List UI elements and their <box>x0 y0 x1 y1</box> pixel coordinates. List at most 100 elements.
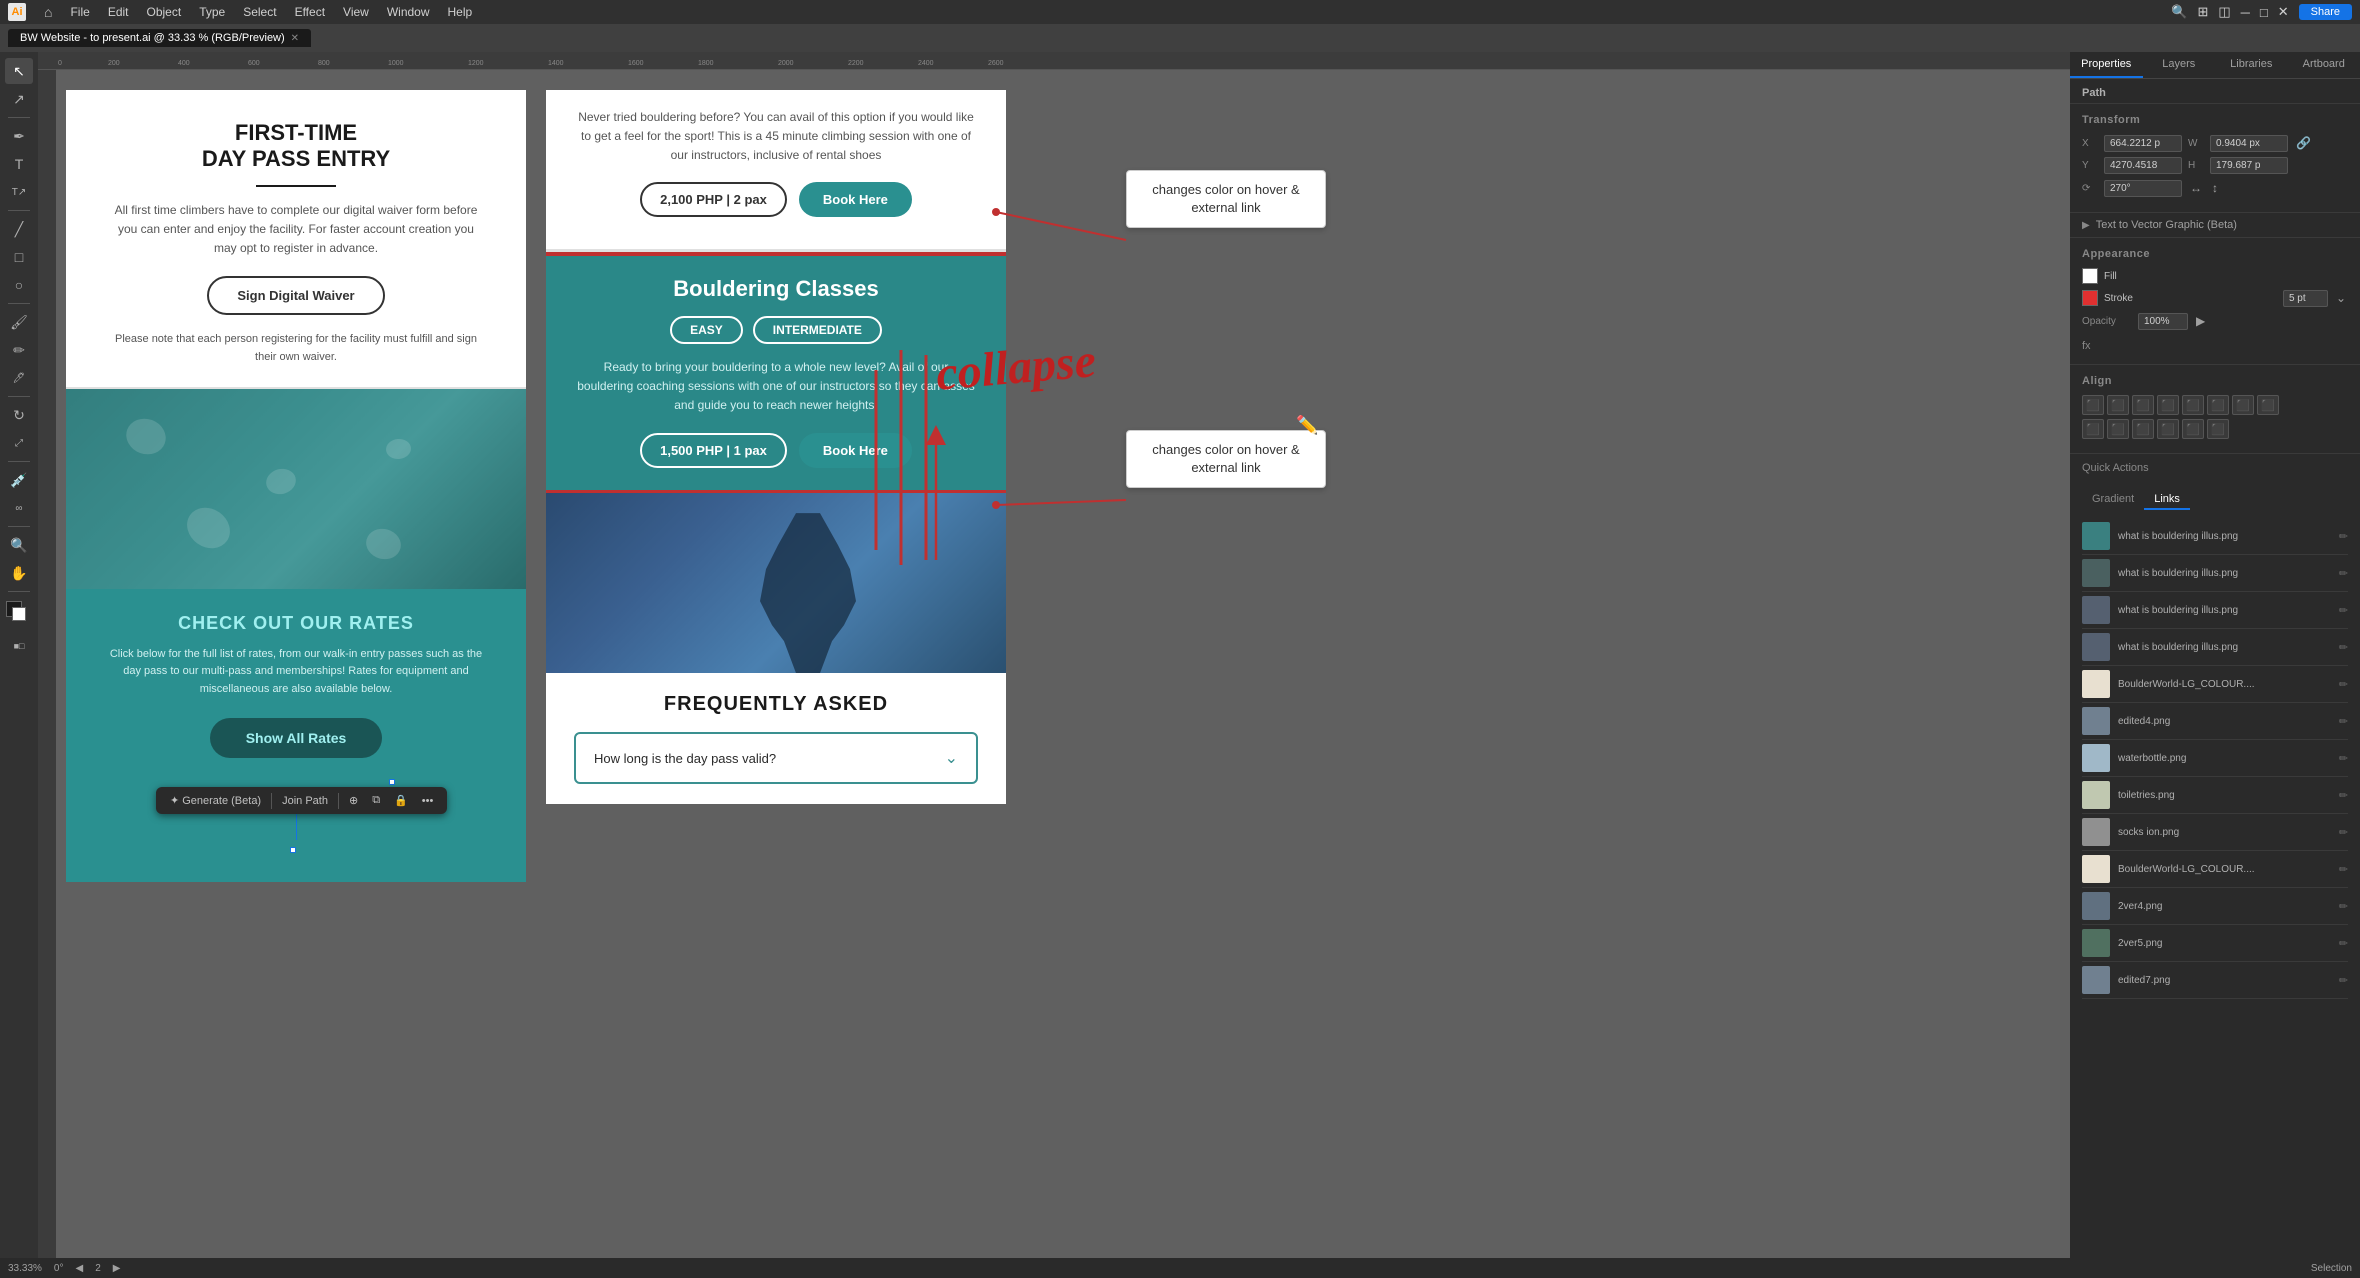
color-mode-btn[interactable]: ■□ <box>5 633 33 659</box>
scale-tool[interactable]: ⤢ <box>5 430 33 456</box>
direct-select-tool[interactable]: ↗ <box>5 86 33 112</box>
tab-close-icon[interactable]: ✕ <box>291 33 299 44</box>
rect-tool[interactable]: □ <box>5 244 33 270</box>
home-icon[interactable]: ⌂ <box>44 4 52 20</box>
link-edit-icon-9[interactable]: ✏ <box>2339 826 2348 839</box>
align-more-btn[interactable]: ⬛ <box>2232 395 2254 415</box>
links-tab[interactable]: Links <box>2144 490 2190 510</box>
close-icon[interactable]: ✕ <box>2278 4 2289 20</box>
sign-waiver-button[interactable]: Sign Digital Waiver <box>207 276 384 315</box>
menu-edit[interactable]: Edit <box>108 5 129 19</box>
x-input[interactable] <box>2104 135 2182 152</box>
share-button[interactable]: Share <box>2299 4 2352 20</box>
align-bottom-btn[interactable]: ⬛ <box>2207 395 2229 415</box>
menu-type[interactable]: Type <box>199 5 225 19</box>
expand-icon[interactable]: ▶ <box>2082 220 2090 231</box>
faq-item-1[interactable]: How long is the day pass valid? ⌄ <box>574 732 978 784</box>
book-here-button-1[interactable]: Book Here <box>799 182 912 217</box>
generate-beta-button[interactable]: ✦ Generate (Beta) <box>164 791 267 810</box>
link-edit-icon-13[interactable]: ✏ <box>2339 974 2348 987</box>
prev-artboard-btn[interactable]: ◀ <box>75 1263 83 1274</box>
align-top-btn[interactable]: ⬛ <box>2157 395 2179 415</box>
distribute-more2-btn[interactable]: ⬛ <box>2157 419 2179 439</box>
stroke-size-input[interactable] <box>2283 290 2328 307</box>
align-center-v-btn[interactable]: ⬛ <box>2182 395 2204 415</box>
link-edit-icon-11[interactable]: ✏ <box>2339 900 2348 913</box>
align-center-h-btn[interactable]: ⬛ <box>2107 395 2129 415</box>
minimize-icon[interactable]: ─ <box>2241 5 2250 20</box>
gradient-tab[interactable]: Gradient <box>2082 490 2144 510</box>
panel-tab-properties[interactable]: Properties <box>2070 52 2143 78</box>
join-path-button[interactable]: Join Path <box>276 792 334 810</box>
link-dimensions-icon[interactable]: 🔗 <box>2294 134 2313 152</box>
panel-tab-libraries[interactable]: Libraries <box>2215 52 2288 78</box>
link-edit-icon-8[interactable]: ✏ <box>2339 789 2348 802</box>
link-edit-icon-4[interactable]: ✏ <box>2339 641 2348 654</box>
panel-tab-artboard[interactable]: Artboard <box>2288 52 2360 78</box>
blend-tool[interactable]: ∞ <box>5 495 33 521</box>
edit-pencil-icon[interactable]: ✏️ <box>1296 415 1318 436</box>
toolbar-icon-btn-1[interactable]: ⊕ <box>343 791 364 810</box>
distribute-h-btn[interactable]: ⬛ <box>2082 419 2104 439</box>
w-input[interactable] <box>2210 135 2288 152</box>
stroke-expand-icon[interactable]: ⌄ <box>2334 289 2348 307</box>
touch-type-tool[interactable]: T↗ <box>5 179 33 205</box>
link-edit-icon-10[interactable]: ✏ <box>2339 863 2348 876</box>
panel-tab-layers[interactable]: Layers <box>2143 52 2216 78</box>
stroke-swatch[interactable] <box>2082 290 2098 306</box>
eyedropper-tool[interactable]: 💉 <box>5 467 33 493</box>
fill-swatch[interactable] <box>2082 268 2098 284</box>
menu-help[interactable]: Help <box>448 5 473 19</box>
next-artboard-btn[interactable]: ▶ <box>113 1263 121 1274</box>
paintbrush-tool[interactable]: 🖌 <box>5 309 33 335</box>
pen-tool[interactable]: ✒ <box>5 123 33 149</box>
search-icon[interactable]: 🔍 <box>2171 4 2187 20</box>
rotate-tool[interactable]: ↻ <box>5 402 33 428</box>
arrange-icon[interactable]: ◫ <box>2218 4 2230 20</box>
link-edit-icon-1[interactable]: ✏ <box>2339 530 2348 543</box>
toolbar-icon-btn-3[interactable]: 🔒 <box>388 791 414 810</box>
opacity-input[interactable] <box>2138 313 2188 330</box>
h-input[interactable] <box>2210 157 2288 174</box>
type-tool[interactable]: T <box>5 151 33 177</box>
zoom-tool[interactable]: 🔍 <box>5 532 33 558</box>
link-edit-icon-5[interactable]: ✏ <box>2339 678 2348 691</box>
link-edit-icon-2[interactable]: ✏ <box>2339 567 2348 580</box>
distribute-more-btn[interactable]: ⬛ <box>2132 419 2154 439</box>
menu-select[interactable]: Select <box>243 5 276 19</box>
tab-main[interactable]: BW Website - to present.ai @ 33.33 % (RG… <box>8 29 311 47</box>
menu-effect[interactable]: Effect <box>295 5 325 19</box>
stroke-color-swatch[interactable] <box>12 607 26 621</box>
menu-view[interactable]: View <box>343 5 369 19</box>
toolbar-icon-btn-2[interactable]: ⧉ <box>366 791 386 810</box>
link-edit-icon-6[interactable]: ✏ <box>2339 715 2348 728</box>
menu-window[interactable]: Window <box>387 5 430 19</box>
menu-file[interactable]: File <box>70 5 89 19</box>
link-edit-icon-7[interactable]: ✏ <box>2339 752 2348 765</box>
align-more2-btn[interactable]: ⬛ <box>2257 395 2279 415</box>
menu-object[interactable]: Object <box>147 5 182 19</box>
opacity-expand-icon[interactable]: ▶ <box>2194 312 2207 330</box>
line-tool[interactable]: ╱ <box>5 216 33 242</box>
ellipse-tool[interactable]: ○ <box>5 272 33 298</box>
align-left-btn[interactable]: ⬛ <box>2082 395 2104 415</box>
distribute-more3-btn[interactable]: ⬛ <box>2182 419 2204 439</box>
flip-v-icon[interactable]: ↕ <box>2210 179 2220 197</box>
toolbar-more-btn[interactable]: ••• <box>416 792 440 810</box>
show-all-rates-button[interactable]: Show All Rates <box>210 718 383 758</box>
blob-brush-tool[interactable]: 🖊 <box>5 365 33 391</box>
link-edit-icon-3[interactable]: ✏ <box>2339 604 2348 617</box>
rotation-input[interactable] <box>2104 180 2182 197</box>
link-edit-icon-12[interactable]: ✏ <box>2339 937 2348 950</box>
distribute-v-btn[interactable]: ⬛ <box>2107 419 2129 439</box>
y-input[interactable] <box>2104 157 2182 174</box>
book-here-button-2[interactable]: Book Here <box>799 433 912 468</box>
distribute-more4-btn[interactable]: ⬛ <box>2207 419 2229 439</box>
hand-tool[interactable]: ✋ <box>5 560 33 586</box>
grid-icon[interactable]: ⊞ <box>2197 4 2208 20</box>
flip-h-icon[interactable]: ↔ <box>2188 179 2204 197</box>
select-tool[interactable]: ↖ <box>5 58 33 84</box>
canvas-area[interactable]: FIRST-TIME DAY PASS ENTRY All first time… <box>56 70 2070 1258</box>
align-right-btn[interactable]: ⬛ <box>2132 395 2154 415</box>
maximize-icon[interactable]: □ <box>2260 5 2268 20</box>
